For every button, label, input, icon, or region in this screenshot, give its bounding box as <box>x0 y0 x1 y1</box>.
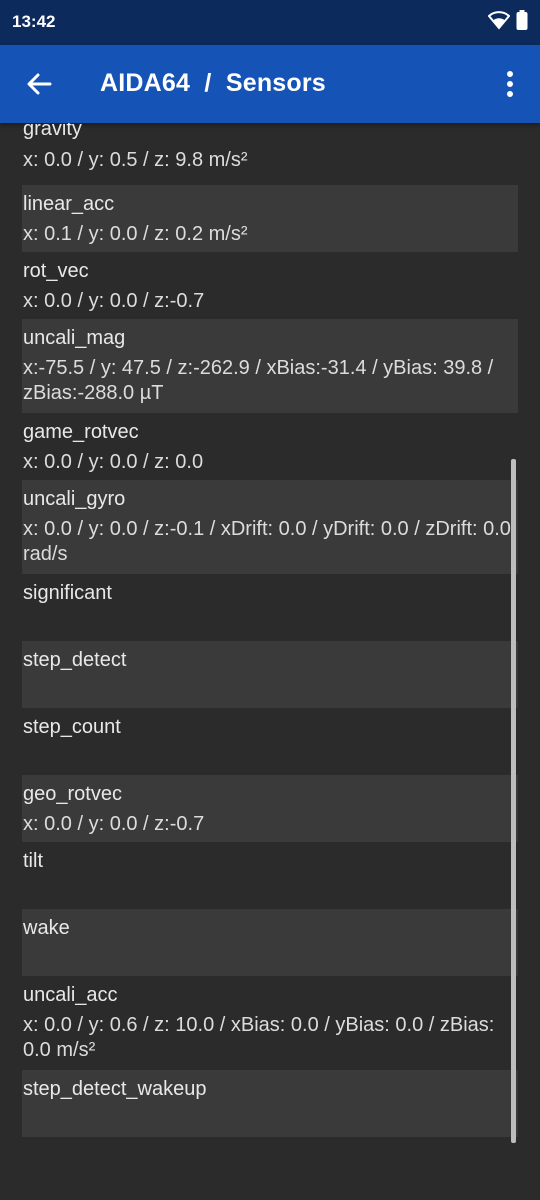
sensor-name: tilt <box>23 850 43 872</box>
page-title: AIDA64 / Sensors <box>100 69 326 97</box>
sensor-value: x: 0.0 / y: 0.0 / z: 0.0 <box>23 451 204 473</box>
sensor-row-uncali-acc[interactable]: uncali_acc x: 0.0 / y: 0.6 / z: 10.0 / x… <box>22 976 518 1070</box>
sensor-name: gravity <box>23 123 82 140</box>
sensor-name: step_detect <box>23 649 127 671</box>
status-bar: 13:42 <box>0 0 540 45</box>
sensor-row-uncali-mag[interactable]: uncali_mag x:-75.5 / y: 47.5 / z:-262.9 … <box>22 319 518 413</box>
sensor-name: significant <box>23 582 112 604</box>
sensor-value: x: 0.0 / y: 0.0 / z:-0.7 <box>23 813 205 835</box>
battery-icon <box>516 10 528 35</box>
sensor-name: rot_vec <box>23 260 89 282</box>
sensor-row-significant[interactable]: significant <box>22 574 518 641</box>
sensor-row-tilt[interactable]: tilt <box>22 842 518 909</box>
sensor-name: uncali_mag <box>23 327 126 349</box>
sensor-name: uncali_gyro <box>23 488 126 510</box>
sensor-value: x: 0.0 / y: 0.0 / z:-0.1 / xDrift: 0.0 /… <box>23 518 511 565</box>
status-time: 13:42 <box>12 12 56 31</box>
sensor-name: geo_rotvec <box>23 783 122 805</box>
sensor-name: wake <box>23 917 70 939</box>
wifi-icon <box>487 10 511 35</box>
sensor-row-step-detect[interactable]: step_detect <box>22 641 518 708</box>
arrow-left-icon[interactable] <box>22 67 56 101</box>
sensor-value: x: 0.0 / y: 0.5 / z: 9.8 m/s² <box>23 149 248 171</box>
scrollbar[interactable] <box>511 459 516 1143</box>
sensor-row-wake[interactable]: wake <box>22 909 518 976</box>
sensor-row-step-count[interactable]: step_count <box>22 708 518 775</box>
app-bar: AIDA64 / Sensors <box>0 45 540 123</box>
status-icons <box>487 10 528 35</box>
sensor-row-geo-rotvec[interactable]: geo_rotvec x: 0.0 / y: 0.0 / z:-0.7 <box>22 775 518 842</box>
sensor-row-uncali-gyro[interactable]: uncali_gyro x: 0.0 / y: 0.0 / z:-0.1 / x… <box>22 480 518 574</box>
sensor-name: game_rotvec <box>23 421 139 443</box>
more-vert-icon[interactable] <box>498 69 522 99</box>
sensor-value: x: 0.0 / y: 0.0 / z:-0.7 <box>23 290 205 312</box>
sensor-list[interactable]: gravity x: 0.0 / y: 0.5 / z: 9.8 m/s² li… <box>0 123 540 1200</box>
sensor-row-step-detect-wakeup[interactable]: step_detect_wakeup <box>22 1070 518 1137</box>
sensor-value: x:-75.5 / y: 47.5 / z:-262.9 / xBias:-31… <box>23 357 494 404</box>
sensor-row-gravity[interactable]: gravity x: 0.0 / y: 0.5 / z: 9.8 m/s² <box>22 123 518 185</box>
sensor-name: uncali_acc <box>23 984 118 1006</box>
sensor-name: linear_acc <box>23 193 115 215</box>
sensor-row-linear-acc[interactable]: linear_acc x: 0.1 / y: 0.0 / z: 0.2 m/s² <box>22 185 518 252</box>
sensor-name: step_count <box>23 716 121 738</box>
sensor-row-game-rotvec[interactable]: game_rotvec x: 0.0 / y: 0.0 / z: 0.0 <box>22 413 518 480</box>
sensor-name: step_detect_wakeup <box>23 1078 207 1100</box>
sensor-row-rot-vec[interactable]: rot_vec x: 0.0 / y: 0.0 / z:-0.7 <box>22 252 518 319</box>
sensor-value: x: 0.1 / y: 0.0 / z: 0.2 m/s² <box>23 223 248 245</box>
sensor-value: x: 0.0 / y: 0.6 / z: 10.0 / xBias: 0.0 /… <box>23 1014 495 1061</box>
